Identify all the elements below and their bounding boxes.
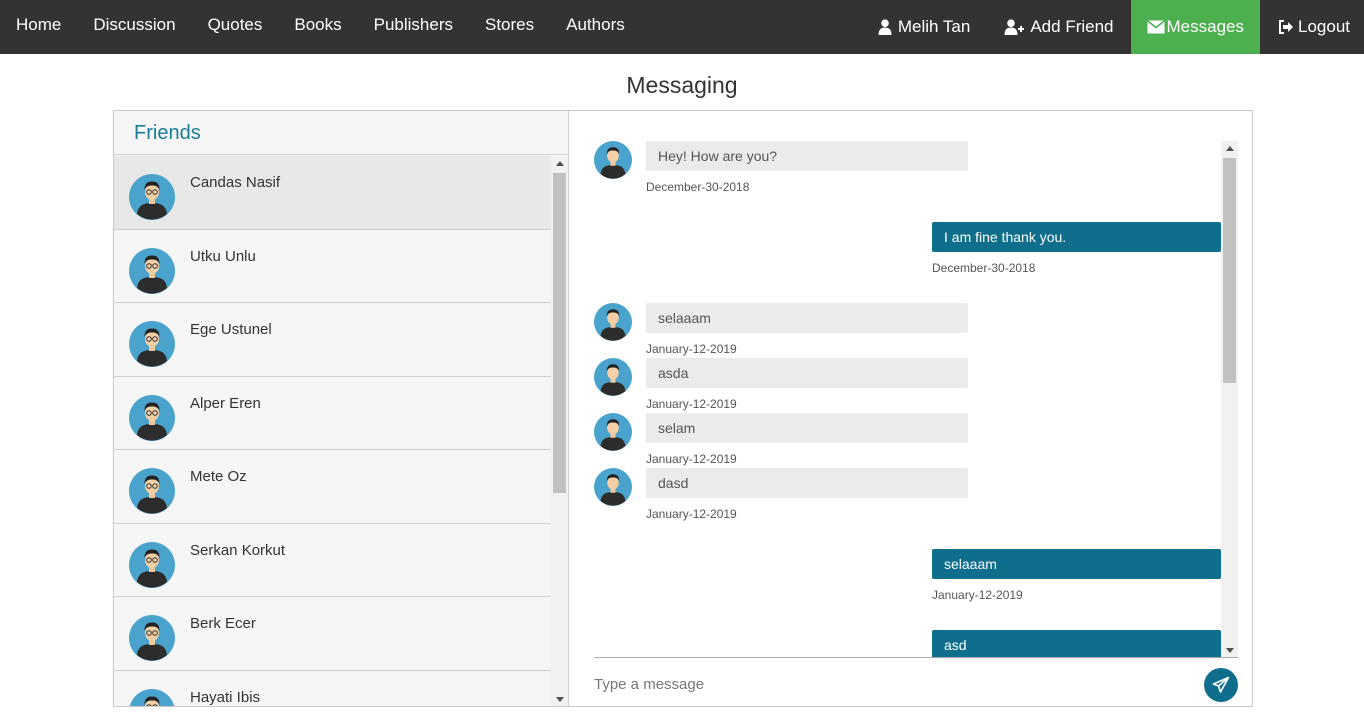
- friend-name: Hayati Ibis: [190, 688, 261, 706]
- avatar: [594, 358, 632, 396]
- message-incoming: Hey! How are you? December-30-2018: [594, 141, 1221, 201]
- message-date: January-12-2019: [646, 452, 737, 466]
- nav-publishers[interactable]: Publishers: [358, 0, 469, 54]
- message-bubble: asda: [646, 358, 968, 388]
- friend-item[interactable]: Serkan Korkut: [114, 524, 551, 597]
- chat-area: Hey! How are you? December-30-2018 I am …: [570, 111, 1252, 706]
- user-plus-icon: [1004, 19, 1025, 35]
- message-date: January-12-2019: [932, 588, 1023, 602]
- scroll-up-arrow-icon[interactable]: [1221, 141, 1238, 155]
- message-bubble: Hey! How are you?: [646, 141, 968, 171]
- nav-home[interactable]: Home: [0, 0, 77, 54]
- message-bubble: dasd: [646, 468, 968, 498]
- friend-name: Utku Unlu: [190, 247, 256, 265]
- message-date: January-12-2019: [646, 507, 737, 521]
- nav-user-label: Melih Tan: [897, 17, 971, 36]
- message-outgoing: asd: [594, 630, 1221, 657]
- message-input[interactable]: [594, 671, 1174, 697]
- friend-item[interactable]: Hayati Ibis: [114, 671, 551, 706]
- nav-quotes[interactable]: Quotes: [192, 0, 279, 54]
- nav-messages[interactable]: Messages: [1130, 0, 1260, 54]
- friend-name: Candas Nasif: [190, 174, 281, 191]
- message-incoming: selaaam January-12-2019: [594, 303, 1221, 358]
- message-date: January-12-2019: [646, 397, 737, 411]
- avatar: [594, 413, 632, 451]
- top-navbar: Home Discussion Quotes Books Publishers …: [0, 0, 1364, 54]
- avatar: [594, 141, 632, 179]
- scroll-down-arrow-icon[interactable]: [1221, 643, 1238, 657]
- friend-item[interactable]: Alper Eren: [114, 377, 551, 450]
- sign-out-icon: [1279, 20, 1293, 34]
- avatar: [129, 688, 175, 706]
- friend-item[interactable]: Candas Nasif: [114, 156, 551, 230]
- message-bubble: selam: [646, 413, 968, 443]
- nav-add-friend-label: Add Friend: [1030, 17, 1114, 36]
- paper-plane-icon: [1212, 676, 1230, 693]
- nav-user-profile[interactable]: Melih Tan: [861, 0, 987, 54]
- nav-logout-label: Logout: [1298, 17, 1350, 36]
- nav-left-group: Home Discussion Quotes Books Publishers …: [0, 0, 641, 54]
- scroll-down-arrow-icon[interactable]: [551, 692, 568, 706]
- avatar: [129, 174, 175, 220]
- avatar: [129, 394, 175, 441]
- avatar: [129, 468, 175, 514]
- friend-name: Mete Oz: [190, 468, 247, 485]
- message-list: Hey! How are you? December-30-2018 I am …: [594, 141, 1221, 657]
- message-date: January-12-2019: [646, 342, 737, 356]
- user-icon: [878, 19, 892, 35]
- friend-name: Ege Ustunel: [190, 321, 272, 338]
- message-bubble: asd: [932, 630, 1221, 657]
- avatar: [129, 541, 175, 588]
- message-bubble: selaaam: [646, 303, 968, 333]
- avatar: [129, 247, 175, 294]
- friends-header: Friends: [114, 111, 568, 155]
- nav-authors[interactable]: Authors: [550, 0, 641, 54]
- nav-books[interactable]: Books: [278, 0, 357, 54]
- friend-item[interactable]: Mete Oz: [114, 450, 551, 524]
- avatar: [129, 321, 175, 367]
- envelope-icon: [1146, 20, 1165, 34]
- nav-stores[interactable]: Stores: [469, 0, 550, 54]
- message-incoming: dasd January-12-2019: [594, 468, 1221, 528]
- friend-name: Serkan Korkut: [190, 541, 286, 559]
- scrollbar-thumb[interactable]: [553, 173, 566, 493]
- message-list-scrollbar[interactable]: [1221, 141, 1238, 657]
- messaging-panel: Friends Candas Nasif Utku Unlu Ege Ustun…: [113, 110, 1253, 707]
- avatar: [129, 615, 175, 661]
- friend-item[interactable]: Utku Unlu: [114, 230, 551, 303]
- message-incoming: asda January-12-2019: [594, 358, 1221, 413]
- message-bubble: selaaam: [932, 549, 1221, 579]
- message-outgoing: selaaam January-12-2019: [594, 549, 1221, 609]
- message-bubble: I am fine thank you.: [932, 222, 1221, 252]
- friend-list: Candas Nasif Utku Unlu Ege Ustunel Alper…: [114, 156, 551, 706]
- friend-item[interactable]: Ege Ustunel: [114, 303, 551, 377]
- nav-logout[interactable]: Logout: [1260, 0, 1364, 54]
- send-button[interactable]: [1204, 668, 1238, 702]
- message-incoming: selam January-12-2019: [594, 413, 1221, 468]
- page-title: Messaging: [626, 72, 738, 98]
- message-outgoing: I am fine thank you. December-30-2018: [594, 222, 1221, 282]
- nav-messages-label: Messages: [1166, 17, 1244, 36]
- message-date: December-30-2018: [932, 261, 1036, 275]
- friend-list-scrollbar[interactable]: [551, 156, 568, 706]
- avatar: [594, 303, 632, 341]
- friend-name: Alper Eren: [190, 394, 261, 412]
- input-divider: [594, 657, 1238, 658]
- nav-right-group: Melih Tan Add Friend Messages Logout: [861, 0, 1364, 54]
- friend-name: Berk Ecer: [190, 615, 256, 632]
- message-date: December-30-2018: [646, 180, 750, 194]
- nav-discussion[interactable]: Discussion: [77, 0, 191, 54]
- scroll-up-arrow-icon[interactable]: [551, 156, 568, 170]
- avatar: [594, 468, 632, 506]
- friends-sidebar: Friends Candas Nasif Utku Unlu Ege Ustun…: [114, 111, 569, 706]
- nav-add-friend[interactable]: Add Friend: [987, 0, 1130, 54]
- friend-item[interactable]: Berk Ecer: [114, 597, 551, 671]
- scrollbar-thumb[interactable]: [1223, 158, 1236, 383]
